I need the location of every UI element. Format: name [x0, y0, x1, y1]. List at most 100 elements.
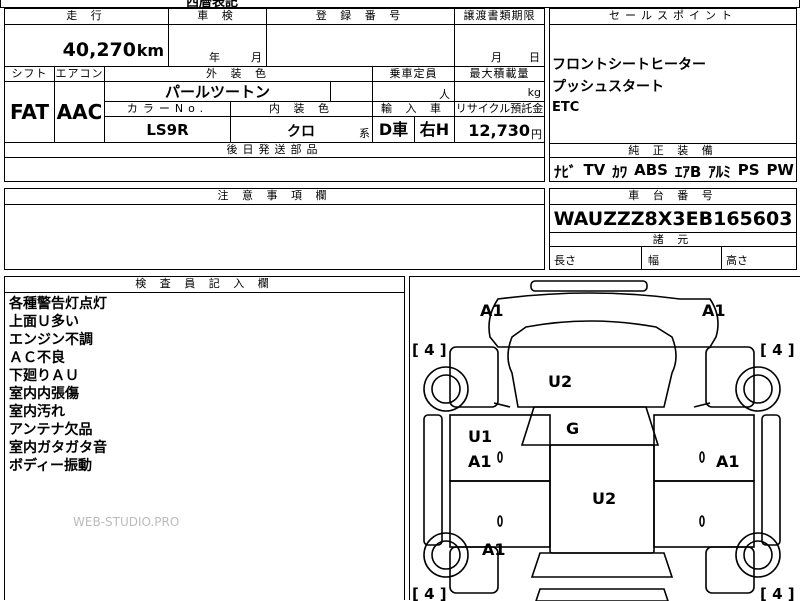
mileage-cell: 40,270 km: [5, 25, 169, 67]
equipment-item: PW: [766, 161, 794, 179]
windshield: [520, 406, 660, 446]
damage-code: G: [566, 419, 579, 438]
caution-header: 注 意 事 項 欄: [5, 189, 544, 205]
damage-code: A1: [482, 540, 506, 559]
wheel-rear-left: [423, 532, 469, 578]
damage-code: A1: [468, 452, 492, 471]
shift-value: FAT: [5, 82, 55, 143]
transfer-month: 月: [491, 51, 502, 64]
steering-value: 右H: [415, 117, 455, 143]
note-item: 室内ガタガタ音: [9, 440, 107, 456]
exterior-color-extra: [331, 82, 373, 102]
dimensions-header: 諸 元: [550, 232, 796, 247]
mileage-value: 40,270: [62, 39, 136, 61]
wheel-rear-left-inner: [431, 540, 461, 570]
inspection-cell: 年 月: [169, 25, 267, 67]
spec-block: 走 行 車 検 登 録 番 号 譲渡書類期限 40,270 km 年 月 月 日…: [4, 8, 545, 182]
note-item: アンテナ欠品: [9, 422, 93, 438]
max-load-header: 最大積載量: [455, 67, 544, 82]
inspector-notes-list: 各種警告灯点灯 上面Ｕ多い エンジン不調 ＡＣ不良 下廻りＡＵ 室内内張傷 室内…: [9, 295, 107, 475]
aircon-header: エアコン: [55, 67, 105, 82]
wheel-front-right-inner: [743, 374, 773, 404]
top-cut-row: 西暦表記: [0, 0, 800, 8]
right-rear-panel: [705, 546, 755, 594]
sales-point-header: セールスポイント: [550, 9, 796, 25]
dimension-width: 幅: [642, 247, 722, 269]
color-no-value: LS9R: [105, 117, 231, 143]
registration-header: 登 録 番 号: [267, 9, 455, 25]
chassis-number-header: 車 台 番 号: [550, 189, 796, 205]
exterior-color-value: パールツートン: [105, 82, 331, 102]
inspection-month: 月: [251, 51, 262, 64]
recycle-unit: 円: [531, 128, 542, 141]
sales-point-block: セールスポイント フロントシートヒーター プッシュスタート ETC 純 正 装 …: [549, 8, 797, 182]
color-no-header: カラーNo.: [105, 102, 231, 117]
equipment-item: ｶﾜ: [612, 163, 628, 181]
delivered-later-header: 後日発送部品: [5, 143, 544, 158]
note-item: エンジン不調: [9, 332, 93, 348]
interior-color-suffix: 系: [359, 127, 370, 140]
door-handle: [497, 515, 503, 527]
front-bumper: [530, 280, 648, 292]
recycle-value: 12,730: [468, 121, 530, 140]
left-rear-door: [449, 480, 551, 548]
note-item: 下廻りＡＵ: [9, 368, 79, 384]
shift-header: シフト: [5, 67, 55, 82]
rear-window: [530, 552, 674, 578]
mileage-unit: km: [136, 41, 164, 60]
dimension-length: 長さ: [550, 247, 642, 269]
mileage-header: 走 行: [5, 9, 169, 25]
wheel-rear-right-inner: [743, 540, 773, 570]
equipment-item: TV: [583, 161, 606, 179]
max-load-cell: kg: [455, 82, 544, 102]
inspection-header: 車 検: [169, 9, 267, 25]
equipment-item: ABS: [634, 161, 668, 179]
note-item: ボディー振動: [9, 458, 93, 474]
tire-label-front-left: [ 4 ]: [412, 341, 447, 359]
left-front-door: [449, 414, 551, 482]
caution-block: 注 意 事 項 欄: [4, 188, 545, 270]
door-handle: [699, 451, 705, 463]
recycle-cell: 12,730 円: [455, 117, 544, 143]
note-item: 上面Ｕ多い: [9, 314, 79, 330]
wheel-front-left: [423, 366, 469, 412]
sales-point-3: ETC: [552, 100, 580, 115]
inspector-notes-header: 検 査 員 記 入 欄: [5, 277, 404, 293]
tire-label-rear-right: [ 4 ]: [760, 585, 795, 601]
right-sill: [761, 414, 781, 546]
transfer-docs-cell: 月 日: [455, 25, 544, 67]
door-handle: [497, 451, 503, 463]
damage-code: A1: [702, 301, 726, 320]
door-handle: [699, 515, 705, 527]
standard-equipment-header: 純 正 装 備: [550, 143, 796, 158]
note-item: 室内汚れ: [9, 404, 65, 420]
capacity-header: 乗車定員: [373, 67, 455, 82]
capacity-cell: 人: [373, 82, 455, 102]
tire-label-rear-left: [ 4 ]: [412, 585, 447, 601]
exterior-color-header: 外 装 色: [105, 67, 373, 82]
damage-code: U2: [548, 372, 572, 391]
equipment-item: ｴｱB: [674, 163, 702, 181]
damage-code: A1: [480, 301, 504, 320]
note-item: 室内内張傷: [9, 386, 79, 402]
sales-point-2: プッシュスタート: [552, 79, 664, 95]
delivered-later-cell: [5, 158, 544, 181]
damage-code: U1: [468, 427, 492, 446]
chassis-block: 車 台 番 号 WAUZZZ8X3EB165603 諸 元 長さ 幅 高さ: [549, 188, 797, 270]
equipment-item: ｱﾙﾐ: [708, 163, 731, 181]
note-item: 各種警告灯点灯: [9, 296, 107, 312]
wheel-front-left-inner: [431, 374, 461, 404]
note-item: ＡＣ不良: [9, 350, 65, 366]
left-sill: [423, 414, 443, 546]
right-rear-door: [653, 480, 755, 548]
capacity-unit: 人: [439, 88, 450, 101]
wheel-front-right: [735, 366, 781, 412]
sales-point-1: フロントシートヒーター: [552, 57, 706, 73]
transfer-docs-header: 譲渡書類期限: [455, 9, 544, 25]
damage-code: A1: [716, 452, 740, 471]
equipment-list: ﾅﾋﾞ TV ｶﾜ ABS ｴｱB ｱﾙﾐ PS PW: [554, 161, 794, 182]
front-outline: [488, 292, 719, 348]
top-cut-text: 西暦表記: [186, 0, 239, 8]
right-front-door: [653, 414, 755, 482]
import-type-value: D車: [373, 117, 415, 143]
